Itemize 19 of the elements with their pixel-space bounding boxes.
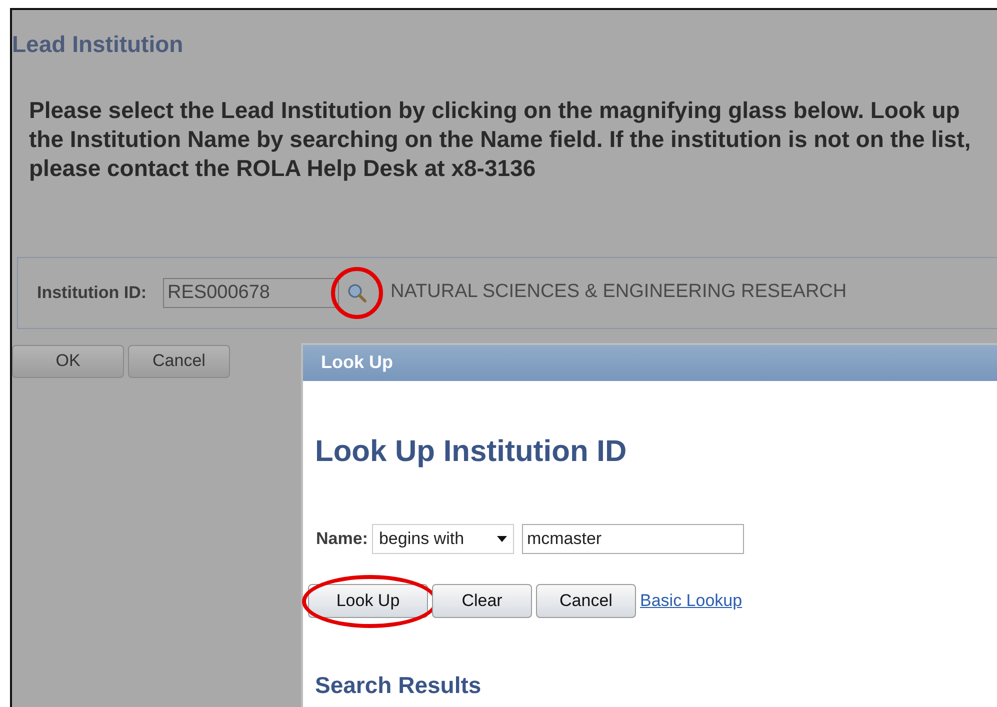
field-label: Institution ID: — [37, 282, 147, 304]
cancel-button[interactable]: Cancel — [128, 344, 230, 378]
dialog-heading: Look Up Institution ID — [315, 434, 628, 470]
lookup-action-button[interactable]: Cancel — [536, 584, 636, 618]
institution-name-text: NATURAL SCIENCES & ENGINEERING RESEARCH — [390, 280, 847, 304]
field-label: Name: — [316, 528, 368, 550]
lookup-action-button[interactable]: Look Up — [308, 584, 428, 618]
instructions-text: Please select the Lead Institution by clicking on the magnifying glass below. Look up the Institution Name by searching on the Name field. If the institution is not on the list, please contact the ROLA Help Desk at x8-3136 — [29, 96, 972, 182]
dialog-title-bar: Look Up — [303, 345, 997, 381]
page-title: Lead Institution — [12, 30, 184, 59]
name-search-field[interactable]: mcmaster — [522, 524, 744, 554]
basic-lookup-link[interactable]: Basic Lookup — [640, 588, 742, 614]
ok-button[interactable]: OK — [12, 344, 124, 378]
results-heading: Search Results — [315, 671, 482, 700]
search-icon[interactable] — [346, 282, 367, 302]
caret-icon — [496, 536, 507, 542]
lookup-action-button[interactable]: Clear — [432, 584, 532, 618]
institution-id-field[interactable]: RES000678 — [162, 278, 339, 308]
operator-dropdown[interactable]: begins with — [372, 524, 514, 554]
